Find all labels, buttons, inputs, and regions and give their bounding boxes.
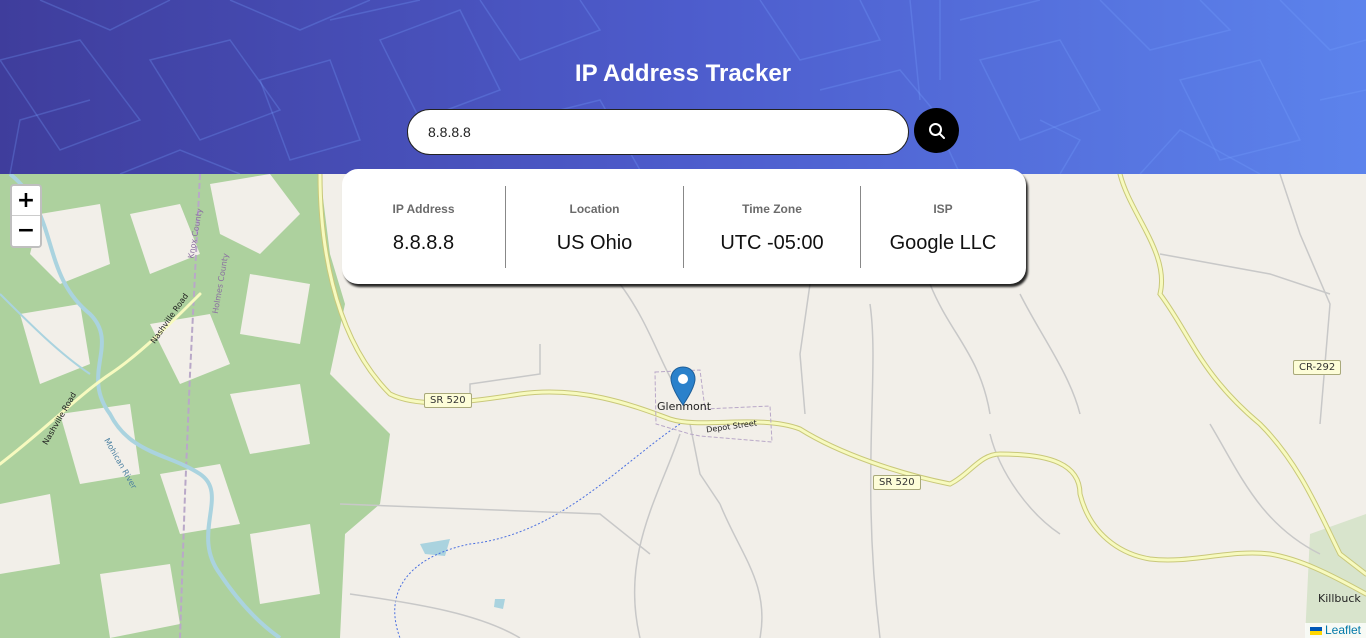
town-label-killbuck: Killbuck xyxy=(1318,592,1361,605)
ip-search-input[interactable] xyxy=(407,109,909,155)
zoom-out-button[interactable]: − xyxy=(12,216,40,246)
zoom-control: + − xyxy=(10,184,42,248)
road-shield-sr520: SR 520 xyxy=(424,393,472,408)
timezone-label: Time Zone xyxy=(742,201,802,216)
search-button[interactable] xyxy=(914,108,959,153)
location-label: Location xyxy=(569,201,620,216)
isp-label: ISP xyxy=(933,201,953,216)
info-timezone: Time Zone UTC -05:00 xyxy=(684,186,860,268)
search-icon xyxy=(928,122,945,139)
info-ip: IP Address 8.8.8.8 xyxy=(342,186,505,268)
map-pin-icon[interactable] xyxy=(670,366,696,406)
ukraine-flag-icon xyxy=(1309,626,1322,635)
info-card: IP Address 8.8.8.8 Location US Ohio Time… xyxy=(342,169,1026,284)
ip-label: IP Address xyxy=(392,201,455,216)
ip-value: 8.8.8.8 xyxy=(392,231,455,254)
road-shield-sr520: SR 520 xyxy=(873,475,921,490)
timezone-value: UTC -05:00 xyxy=(720,231,824,254)
page-title: IP Address Tracker xyxy=(574,60,792,87)
info-location: Location US Ohio xyxy=(506,186,683,268)
location-value: US Ohio xyxy=(556,231,633,254)
zoom-in-button[interactable]: + xyxy=(12,186,40,216)
road-shield-cr292: CR-292 xyxy=(1293,360,1342,375)
map-attribution[interactable]: Leaflet xyxy=(1304,623,1366,638)
attribution-link[interactable]: Leaflet xyxy=(1325,623,1361,638)
info-isp: ISP Google LLC xyxy=(861,186,1025,268)
isp-value: Google LLC xyxy=(889,231,997,254)
